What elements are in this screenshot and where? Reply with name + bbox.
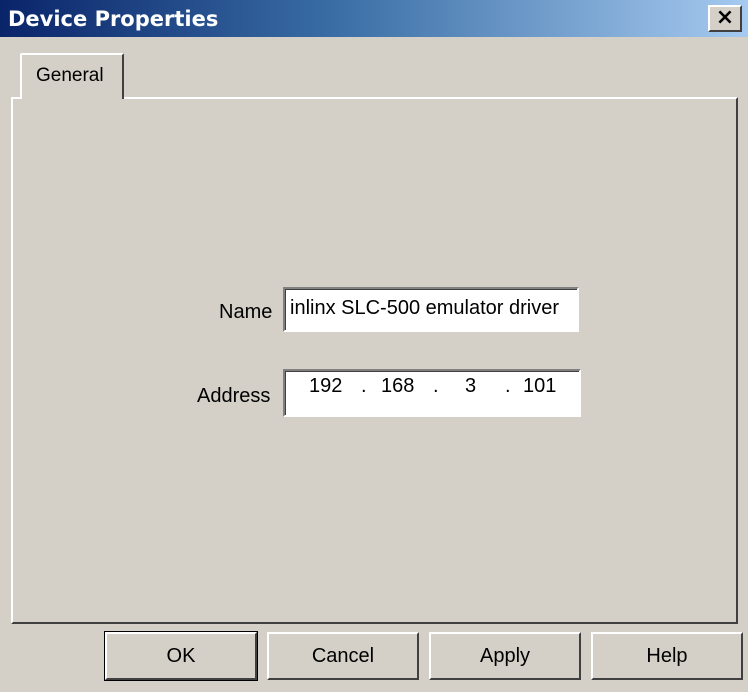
ok-button[interactable]: OK — [104, 631, 258, 681]
ip-octet-2[interactable]: 168 — [381, 375, 414, 398]
name-label: Name — [219, 301, 273, 323]
ip-octet-4[interactable]: 101 — [523, 375, 556, 398]
ip-octet-1[interactable]: 192 — [309, 375, 342, 398]
cancel-button[interactable]: Cancel — [267, 632, 419, 680]
address-ip-field[interactable]: 192 . 168 . 3 . 101 — [283, 369, 581, 417]
tab-general-label: General — [36, 65, 104, 86]
apply-button[interactable]: Apply — [429, 632, 581, 680]
window-title: Device Properties — [8, 7, 219, 31]
name-value: inlinx SLC-500 emulator driver — [290, 297, 560, 319]
title-bar: Device Properties × — [0, 0, 748, 37]
close-button[interactable]: × — [708, 5, 742, 32]
ip-dot-1: . — [361, 375, 367, 397]
ip-dot-3: . — [505, 375, 511, 397]
ip-dot-2: . — [433, 375, 439, 397]
help-button[interactable]: Help — [591, 632, 743, 680]
address-label: Address — [197, 385, 271, 407]
tab-panel-general — [11, 97, 738, 624]
close-icon: × — [715, 5, 735, 30]
ip-octet-3[interactable]: 3 — [465, 375, 476, 398]
tab-general[interactable]: General — [20, 53, 124, 99]
name-field[interactable]: inlinx SLC-500 emulator driver — [283, 287, 579, 332]
